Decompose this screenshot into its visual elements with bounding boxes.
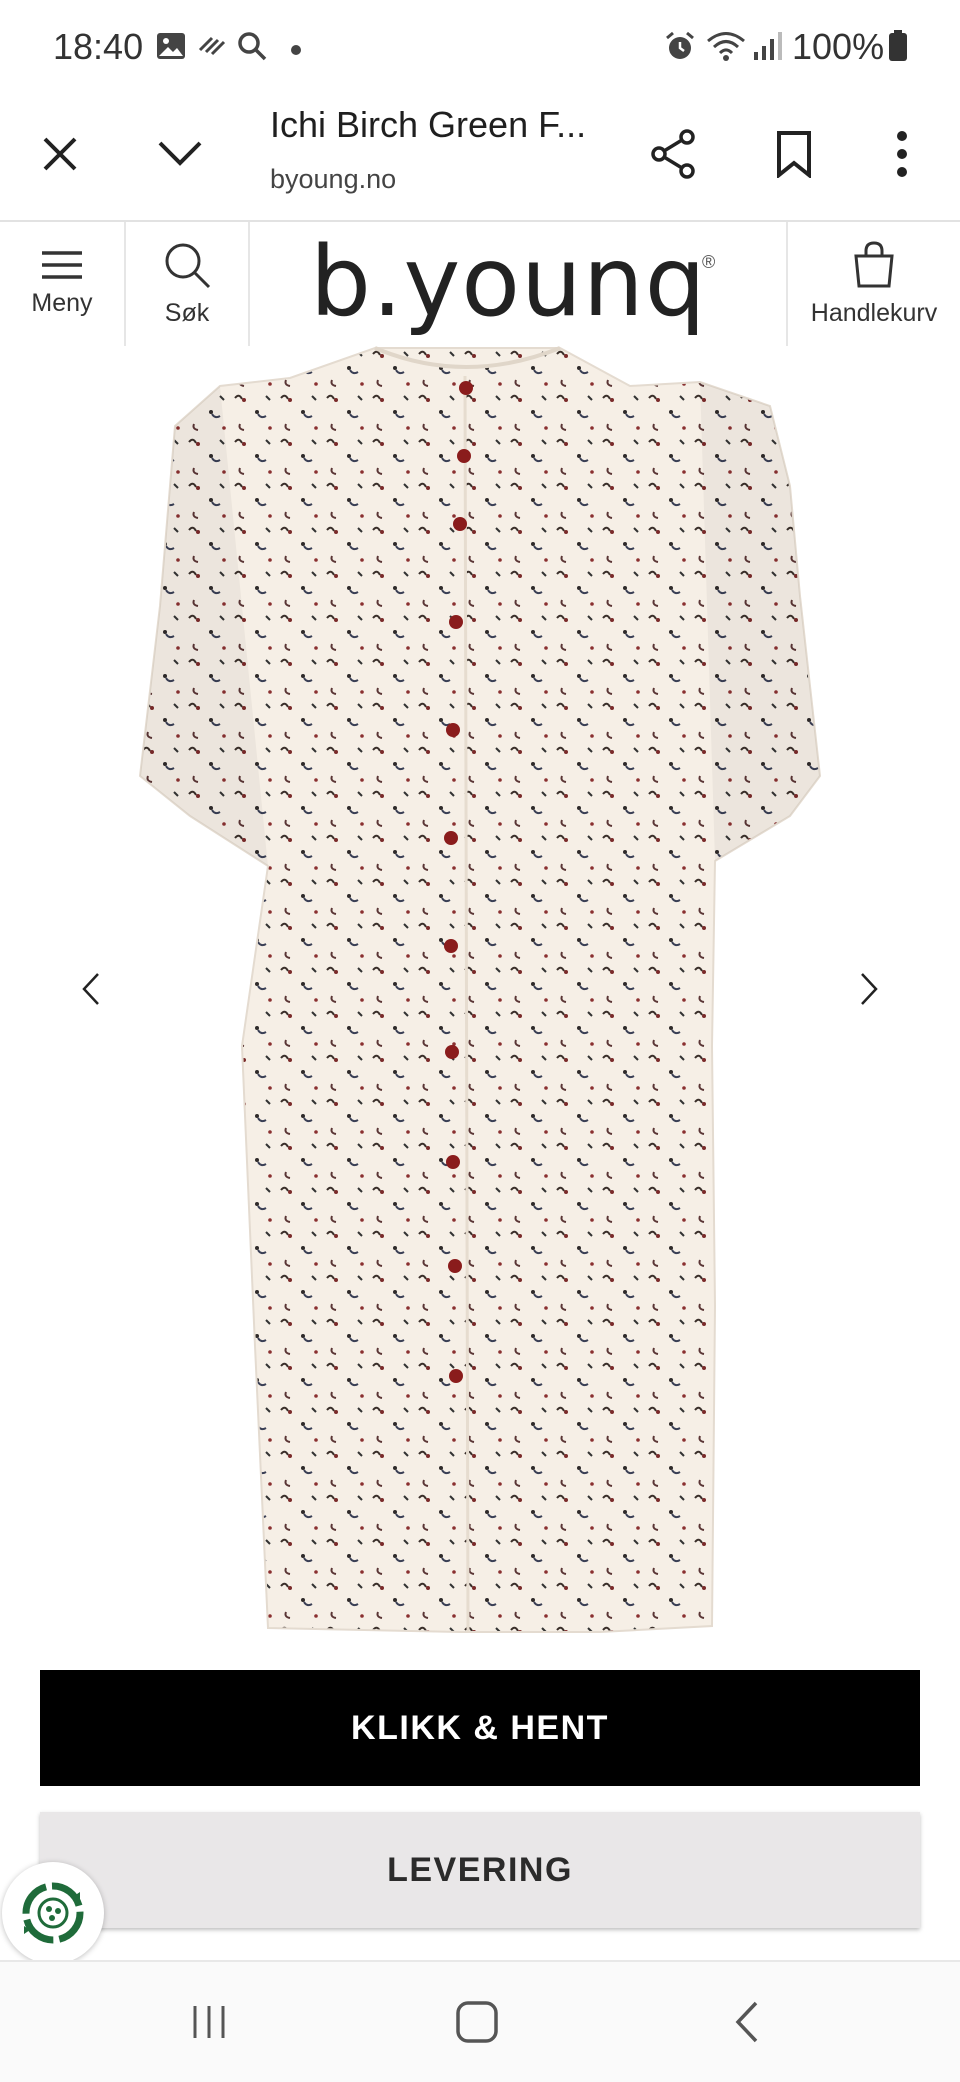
logo-text: b.younq [310, 226, 707, 338]
shopping-bag-icon [852, 240, 896, 295]
recents-icon[interactable] [174, 1992, 244, 2052]
page-title[interactable]: Ichi Birch Green F... [270, 104, 586, 146]
gallery-icon [155, 30, 187, 67]
system-nav-bar [0, 1960, 960, 2082]
menu-button[interactable]: Meny [0, 222, 124, 346]
status-bar: 18:40 100% [0, 0, 960, 92]
custom-tab-toolbar: Ichi Birch Green F... byoung.no [0, 92, 960, 222]
search-button[interactable]: Søk [126, 222, 248, 346]
back-icon[interactable] [712, 1992, 782, 2052]
missed-call-icon [196, 30, 228, 67]
product-photo [138, 346, 822, 1633]
site-header: Meny Søk b.younq ® Handlekurv [0, 222, 960, 348]
header-divider [248, 222, 250, 346]
more-vert-icon[interactable] [870, 122, 934, 186]
search-label: Søk [164, 299, 210, 327]
logo-registered-mark: ® [702, 252, 716, 272]
menu-label: Meny [31, 289, 93, 317]
delivery-button[interactable]: LEVERING [40, 1812, 920, 1928]
page-url[interactable]: byoung.no [270, 164, 396, 195]
cart-button[interactable]: Handlekurv [788, 222, 960, 346]
home-icon[interactable] [442, 1992, 512, 2052]
cart-label: Handlekurv [810, 299, 938, 327]
hamburger-icon [42, 250, 82, 285]
search-icon [236, 30, 268, 67]
dot-icon [290, 43, 302, 61]
battery-icon [888, 30, 908, 67]
recycle-badge-icon[interactable] [2, 1862, 104, 1964]
chevron-right-icon[interactable] [844, 964, 894, 1014]
chevron-down-icon[interactable] [148, 122, 212, 186]
alarm-icon [664, 30, 696, 67]
close-icon[interactable] [28, 122, 92, 186]
product-image-carousel[interactable] [0, 346, 960, 1638]
bookmark-icon[interactable] [762, 122, 826, 186]
status-time: 18:40 [53, 26, 144, 67]
click-and-collect-button[interactable]: KLIKK & HENT [40, 1670, 920, 1786]
chevron-left-icon[interactable] [66, 964, 116, 1014]
battery-percent: 100% [792, 26, 885, 67]
wifi-icon [706, 30, 746, 67]
signal-icon [752, 30, 782, 67]
share-icon[interactable] [642, 122, 706, 186]
search-icon [162, 240, 212, 295]
